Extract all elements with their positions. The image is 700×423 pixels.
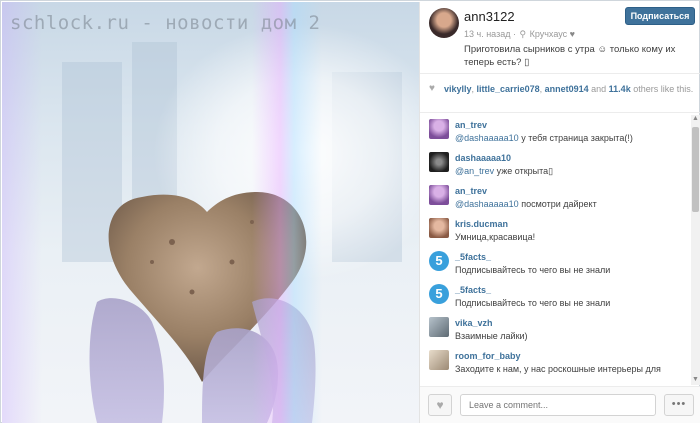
comment-item: an_trev @dashaaaaa10 у тебя страница закр… <box>420 115 690 147</box>
heart-icon: ♥ <box>429 83 435 94</box>
likes-count[interactable]: 11.4k <box>609 84 631 94</box>
post-meta: 13 ч. назад · ⚲ Кручхаус ♥ <box>464 29 575 40</box>
commenter-avatar[interactable] <box>429 185 449 205</box>
watermark: schlock.ru - новости дом 2 <box>10 12 321 34</box>
comment-text: @dashaaaaa10 посмотри дайрект <box>455 198 687 210</box>
post-time[interactable]: 13 ч. назад <box>464 29 510 39</box>
pin-icon: ⚲ <box>519 29 527 39</box>
likes-text: vikylly, little_carrie078, annet0914 and… <box>444 83 694 95</box>
meta-separator: · <box>512 29 519 39</box>
comments-list: an_trev @dashaaaaa10 у тебя страница закр… <box>420 115 690 385</box>
commenter-avatar[interactable] <box>429 152 449 172</box>
commenter-avatar[interactable] <box>429 218 449 238</box>
comment-author[interactable]: dashaaaaa10 <box>455 153 511 163</box>
author-avatar[interactable] <box>429 8 459 38</box>
post-caption: Приготовила сырников с утра ☺ только ком… <box>464 44 676 68</box>
comment-body: посмотри дайрект <box>518 199 597 209</box>
liker-link[interactable]: vikylly <box>444 84 472 94</box>
comment-body: уже открыта▯ <box>494 166 554 176</box>
like-button[interactable]: ♥ <box>428 394 452 416</box>
comment-item: vika_vzh Взаимные лайки) <box>420 313 690 345</box>
comment-author[interactable]: an_trev <box>455 120 487 130</box>
comment-item: kris.ducman Умница,красавица! <box>420 214 690 246</box>
comment-footer: ♥ ••• <box>420 386 700 423</box>
commenter-avatar[interactable] <box>429 119 449 139</box>
scroll-up-icon[interactable]: ▲ <box>691 115 700 124</box>
comment-body: Заходите к нам, у нас роскошные интерьер… <box>455 364 661 374</box>
liker-link[interactable]: little_carrie078 <box>477 84 540 94</box>
comment-text: Заходите к нам, у нас роскошные интерьер… <box>455 363 687 375</box>
comment-mention[interactable]: @an_trev <box>455 166 494 176</box>
post-header: ann3122 Подписаться 13 ч. назад · ⚲ Круч… <box>420 2 700 74</box>
likes-rest: others like this. <box>630 84 694 94</box>
commenter-avatar[interactable] <box>429 350 449 370</box>
scroll-thumb[interactable] <box>692 127 699 212</box>
comment-author[interactable]: _5facts_ <box>455 252 491 262</box>
comment-item: dashaaaaa10 @an_trev уже открыта▯ <box>420 148 690 180</box>
comment-item: 5 _5facts_ Подписывайтесь то чего вы не зн… <box>420 247 690 279</box>
comment-body: Подписывайтесь то чего вы не знали <box>455 265 611 275</box>
heart-icon: ♥ <box>436 398 444 412</box>
comment-author[interactable]: an_trev <box>455 186 487 196</box>
post-location[interactable]: Кручхаус <box>530 29 568 39</box>
commenter-avatar[interactable] <box>429 317 449 337</box>
comment-body: Взаимные лайки) <box>455 331 528 341</box>
likes-and: and <box>588 84 609 94</box>
scroll-down-icon[interactable]: ▼ <box>691 376 700 385</box>
comment-mention[interactable]: @dashaaaaa10 <box>455 133 519 143</box>
comment-item: room_for_baby Заходите к нам, у нас роско… <box>420 346 690 378</box>
comment-item: an_trev @dashaaaaa10 посмотри дайрект <box>420 181 690 213</box>
comment-text: Подписывайтесь то чего вы не знали <box>455 297 687 309</box>
comment-author[interactable]: kris.ducman <box>455 219 508 229</box>
commenter-avatar[interactable]: 5 <box>429 284 449 304</box>
heart-icon: ♥ <box>569 29 575 39</box>
comment-author[interactable]: vika_vzh <box>455 318 493 328</box>
comment-text: Умница,красавица! <box>455 231 687 243</box>
comment-text: Взаимные лайки) <box>455 330 687 342</box>
comment-text: @an_trev уже открыта▯ <box>455 165 687 177</box>
comment-text: @dashaaaaa10 у тебя страница закрыта(!) <box>455 132 687 144</box>
post-sidebar: ann3122 Подписаться 13 ч. назад · ⚲ Круч… <box>419 2 700 423</box>
more-options-button[interactable]: ••• <box>664 394 694 416</box>
comment-body: Подписывайтесь то чего вы не знали <box>455 298 611 308</box>
comment-author[interactable]: room_for_baby <box>455 351 521 361</box>
heart-syrnik-illustration <box>89 192 316 423</box>
comment-mention[interactable]: @dashaaaaa10 <box>455 199 519 209</box>
rainbow-lens-flare <box>252 2 322 423</box>
follow-button[interactable]: Подписаться <box>625 7 695 25</box>
commenter-avatar[interactable]: 5 <box>429 251 449 271</box>
comments-scrollbar[interactable]: ▲ ▼ <box>691 115 700 385</box>
liker-link[interactable]: annet0914 <box>545 84 589 94</box>
comment-text: Подписывайтесь то чего вы не знали <box>455 264 687 276</box>
post-window: schlock.ru - новости дом 2 ann3122 Подпи… <box>0 0 700 423</box>
likes-summary: ♥ vikylly, little_carrie078, annet0914 a… <box>420 75 700 113</box>
comment-author[interactable]: _5facts_ <box>455 285 491 295</box>
post-photo[interactable]: schlock.ru - новости дом 2 <box>2 2 419 423</box>
comment-body: у тебя страница закрыта(!) <box>518 133 633 143</box>
comment-input[interactable] <box>460 394 656 416</box>
author-username[interactable]: ann3122 <box>464 9 515 24</box>
comment-item: 5 _5facts_ Подписывайтесь то чего вы не зн… <box>420 280 690 312</box>
comment-body: Умница,красавица! <box>455 232 536 242</box>
